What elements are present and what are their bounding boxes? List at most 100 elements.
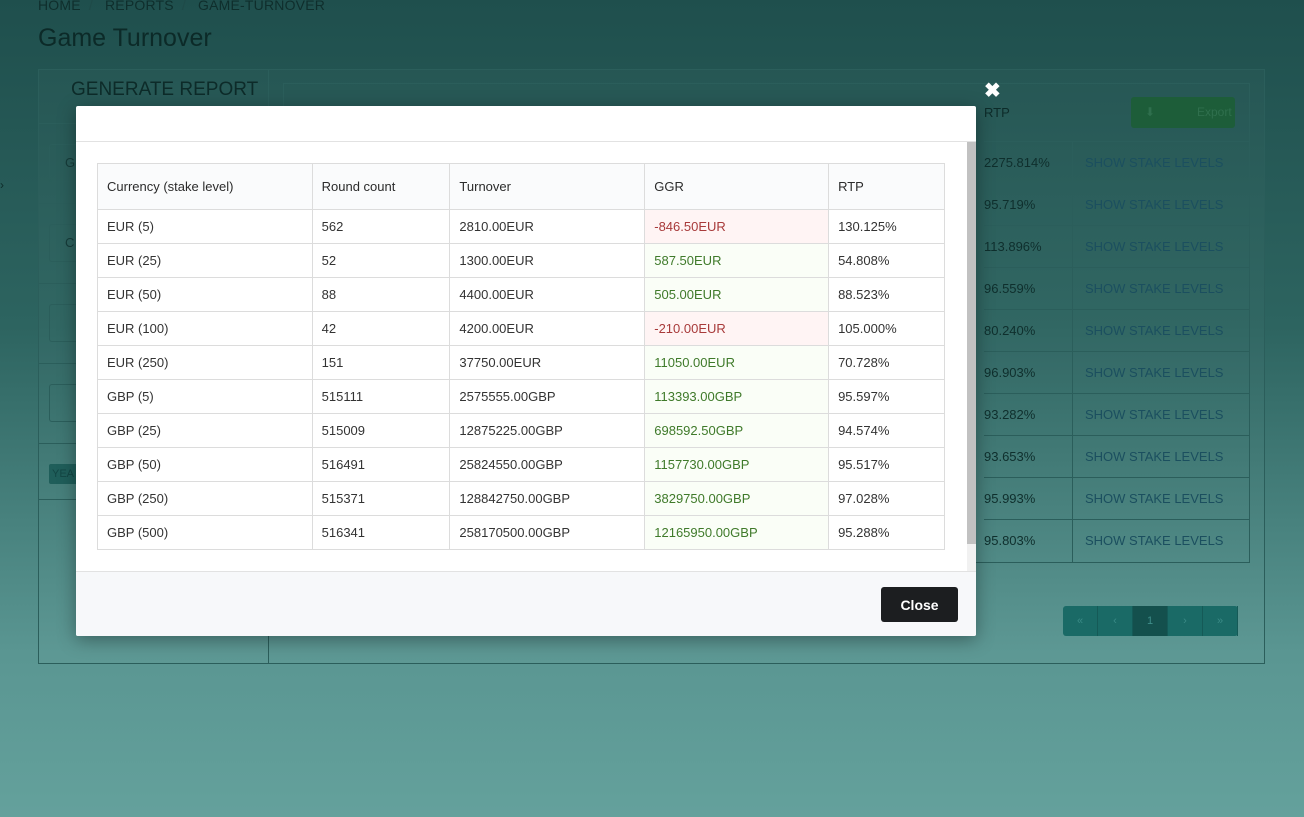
- currency-cell: EUR (250): [97, 345, 313, 380]
- breadcrumb-reports[interactable]: REPORTS: [105, 0, 174, 13]
- rtp-value: 95.719%: [984, 197, 1036, 212]
- show-stake-levels-link[interactable]: SHOW STAKE LEVELS: [1085, 197, 1223, 212]
- column-divider: [1072, 310, 1073, 352]
- table-row: 96.559% SHOW STAKE LEVELS: [984, 267, 1250, 310]
- round-count-cell: 516491: [311, 447, 451, 482]
- ggr-cell: 505.00EUR: [644, 277, 830, 312]
- breadcrumb-separator: /: [88, 0, 93, 13]
- column-divider: [1072, 352, 1073, 394]
- round-count-cell: 151: [311, 345, 451, 380]
- rtp-cell: 95.597%: [828, 379, 945, 414]
- round-count-cell: 42: [311, 311, 451, 346]
- export-button[interactable]: ⬇ Export: [1131, 97, 1235, 128]
- show-stake-levels-link[interactable]: SHOW STAKE LEVELS: [1085, 239, 1223, 254]
- turnover-cell: 37750.00EUR: [449, 345, 646, 380]
- currency-cell: GBP (50): [97, 447, 313, 482]
- breadcrumb: HOME / REPORTS / GAME-TURNOVER: [38, 0, 333, 13]
- show-stake-levels-link[interactable]: SHOW STAKE LEVELS: [1085, 491, 1223, 506]
- rtp-value: 95.993%: [984, 491, 1036, 506]
- show-stake-levels-link[interactable]: SHOW STAKE LEVELS: [1085, 449, 1223, 464]
- close-icon[interactable]: ✖: [984, 78, 1001, 103]
- round-count-cell: 52: [311, 243, 451, 278]
- column-header-round-count: Round count: [311, 163, 451, 210]
- show-stake-levels-link[interactable]: SHOW STAKE LEVELS: [1085, 533, 1223, 548]
- ggr-cell: 12165950.00GBP: [644, 515, 830, 550]
- rtp-cell: 95.517%: [828, 447, 945, 482]
- column-header-rtp: RTP: [828, 163, 945, 210]
- column-divider: [1072, 478, 1073, 520]
- modal-header: [76, 106, 976, 142]
- table-row: 93.653% SHOW STAKE LEVELS: [984, 435, 1250, 478]
- rtp-value: 96.559%: [984, 281, 1036, 296]
- next-page-button[interactable]: ›: [1168, 606, 1203, 636]
- last-page-button[interactable]: »: [1203, 606, 1238, 636]
- rtp-cell: 97.028%: [828, 481, 945, 516]
- year-badge[interactable]: YEA: [49, 464, 79, 484]
- currency-cell: EUR (100): [97, 311, 313, 346]
- breadcrumb-home[interactable]: HOME: [38, 0, 81, 13]
- modal-footer: Close: [76, 571, 976, 636]
- currency-cell: EUR (5): [97, 209, 313, 244]
- breadcrumb-game-turnover[interactable]: GAME-TURNOVER: [198, 0, 325, 13]
- column-divider: [1072, 142, 1073, 184]
- page-title: Game Turnover: [38, 24, 212, 52]
- prev-page-button[interactable]: ‹: [1098, 606, 1133, 636]
- currency-cell: EUR (25): [97, 243, 313, 278]
- table-row: EUR (50) 88 4400.00EUR 505.00EUR 88.523%: [97, 277, 945, 312]
- table-row: EUR (100) 42 4200.00EUR -210.00EUR 105.000%: [97, 311, 945, 346]
- column-divider: [1072, 184, 1073, 226]
- turnover-cell: 4400.00EUR: [449, 277, 646, 312]
- table-row: 2275.814% SHOW STAKE LEVELS: [984, 141, 1250, 184]
- column-header-ggr: GGR: [644, 163, 830, 210]
- show-stake-levels-link[interactable]: SHOW STAKE LEVELS: [1085, 407, 1223, 422]
- show-stake-levels-link[interactable]: SHOW STAKE LEVELS: [1085, 155, 1223, 170]
- rtp-value: 93.653%: [984, 449, 1036, 464]
- rtp-cell: 88.523%: [828, 277, 945, 312]
- turnover-cell: 128842750.00GBP: [449, 481, 646, 516]
- show-stake-levels-link[interactable]: SHOW STAKE LEVELS: [1085, 323, 1223, 338]
- column-header-turnover: Turnover: [449, 163, 646, 210]
- column-divider: [1072, 226, 1073, 268]
- round-count-cell: 515009: [311, 413, 451, 448]
- ggr-cell: 587.50EUR: [644, 243, 830, 278]
- modal-scrollbar[interactable]: [967, 142, 976, 571]
- chevron-right-icon: ›: [0, 178, 4, 192]
- ggr-cell: -210.00EUR: [644, 311, 830, 346]
- first-page-button[interactable]: «: [1063, 606, 1098, 636]
- rtp-value: 95.803%: [984, 533, 1036, 548]
- table-row: GBP (50) 516491 25824550.00GBP 1157730.00GB…: [97, 447, 945, 482]
- rtp-value: 80.240%: [984, 323, 1036, 338]
- ggr-cell: 698592.50GBP: [644, 413, 830, 448]
- rtp-cell: 94.574%: [828, 413, 945, 448]
- show-stake-levels-link[interactable]: SHOW STAKE LEVELS: [1085, 365, 1223, 380]
- turnover-cell: 12875225.00GBP: [449, 413, 646, 448]
- table-header-row: Currency (stake level) Round count Turno…: [97, 163, 945, 210]
- table-row: 80.240% SHOW STAKE LEVELS: [984, 309, 1250, 352]
- rtp-column-header: RTP: [984, 105, 1010, 120]
- page-1-button[interactable]: 1: [1133, 606, 1168, 636]
- rtp-cell: 54.808%: [828, 243, 945, 278]
- ggr-cell: -846.50EUR: [644, 209, 830, 244]
- show-stake-levels-link[interactable]: SHOW STAKE LEVELS: [1085, 281, 1223, 296]
- table-row: 93.282% SHOW STAKE LEVELS: [984, 393, 1250, 436]
- rtp-value: 96.903%: [984, 365, 1036, 380]
- round-count-cell: 515111: [311, 379, 451, 414]
- breadcrumb-separator: /: [181, 0, 186, 13]
- table-row: GBP (500) 516341 258170500.00GBP 12165950.0…: [97, 515, 945, 550]
- column-divider: [1072, 268, 1073, 310]
- scrollbar-thumb[interactable]: [967, 142, 976, 544]
- turnover-cell: 2575555.00GBP: [449, 379, 646, 414]
- pagination: « ‹ 1 › »: [1063, 606, 1238, 636]
- turnover-cell: 25824550.00GBP: [449, 447, 646, 482]
- column-divider: [1072, 394, 1073, 436]
- round-count-cell: 516341: [311, 515, 451, 550]
- rtp-cell: 95.288%: [828, 515, 945, 550]
- rtp-cell: 130.125%: [828, 209, 945, 244]
- close-button[interactable]: Close: [881, 587, 958, 622]
- table-row: GBP (25) 515009 12875225.00GBP 698592.50GBP…: [97, 413, 945, 448]
- export-label: Export: [1197, 105, 1232, 119]
- column-divider: [1072, 436, 1073, 478]
- turnover-cell: 1300.00EUR: [449, 243, 646, 278]
- rtp-value: 93.282%: [984, 407, 1036, 422]
- currency-cell: GBP (5): [97, 379, 313, 414]
